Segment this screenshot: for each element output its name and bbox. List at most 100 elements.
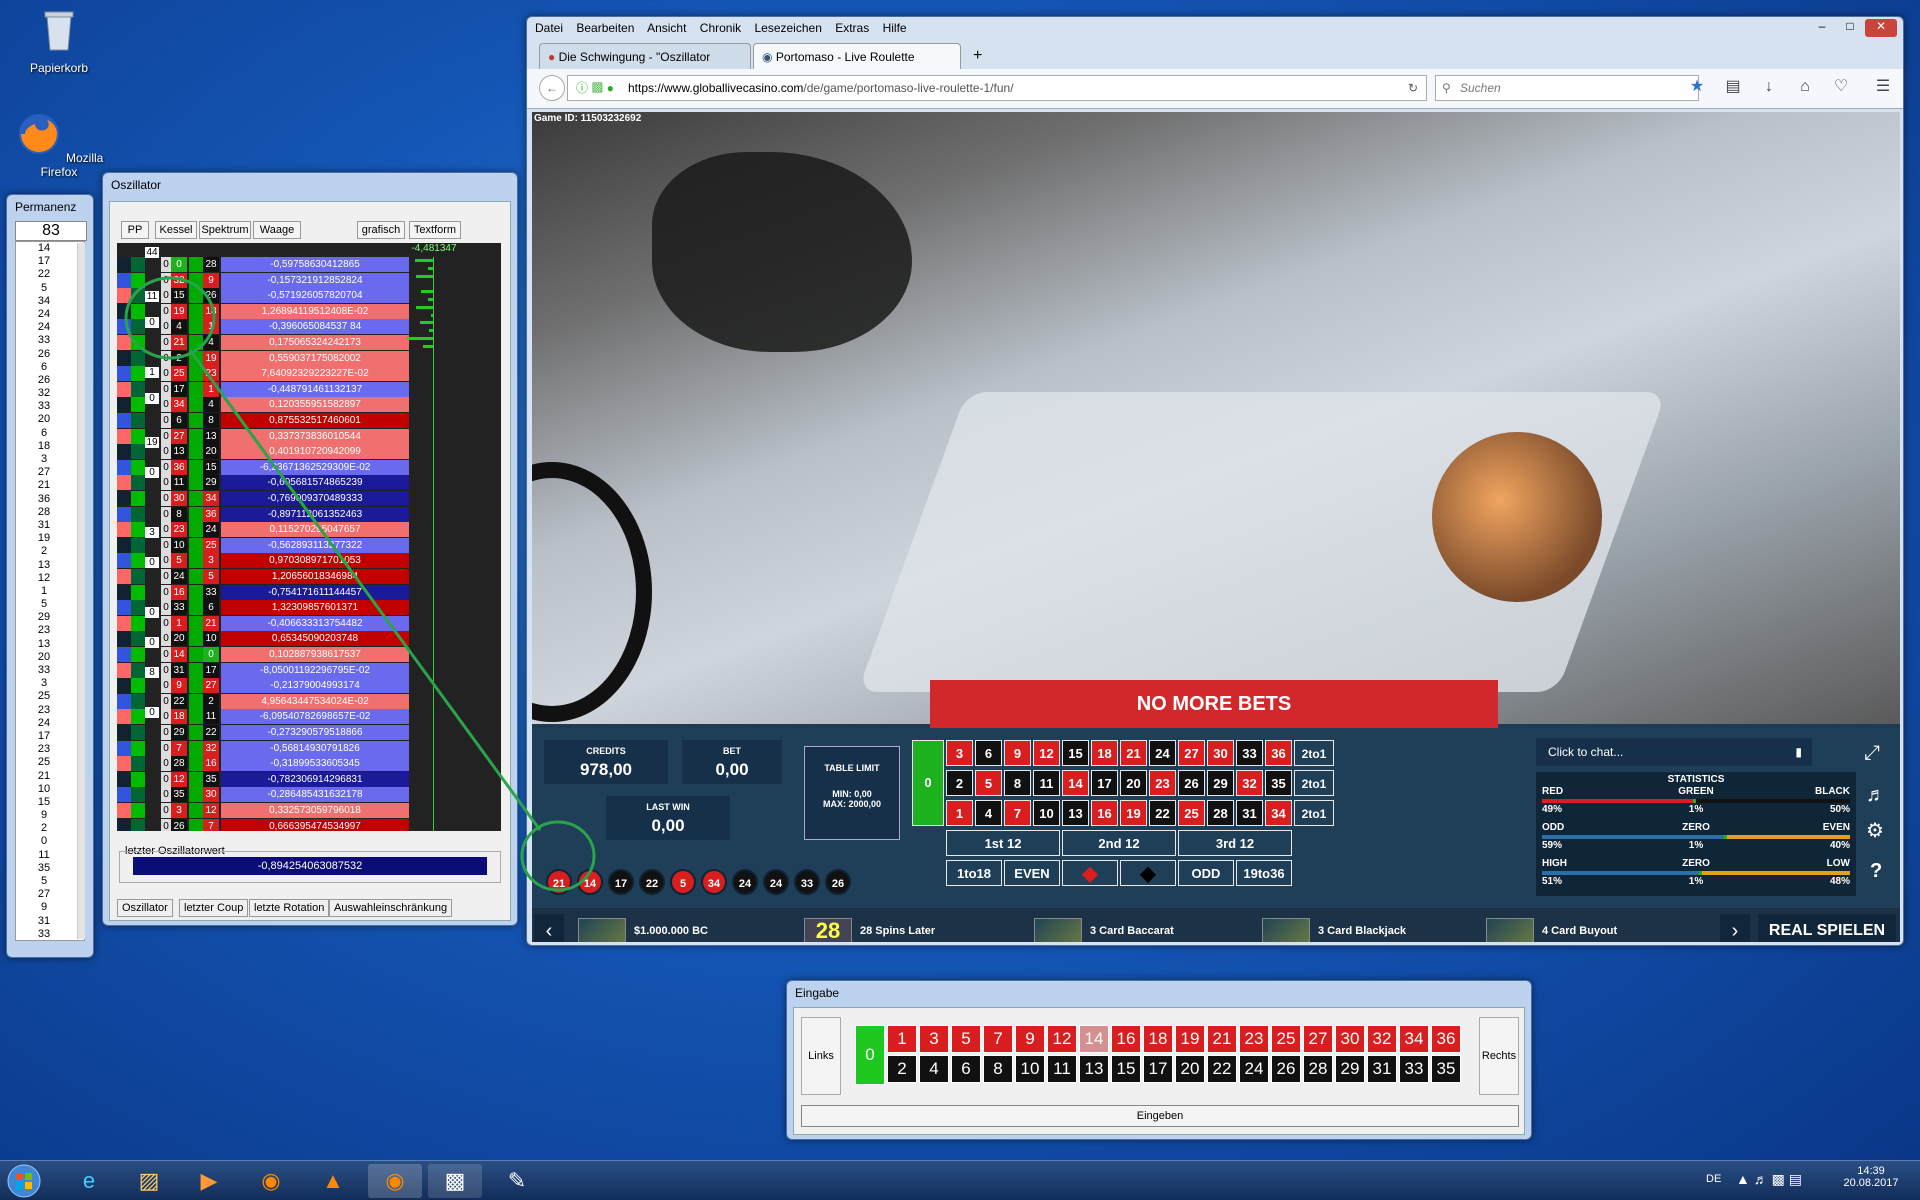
board-number[interactable]: 9 bbox=[1004, 740, 1031, 766]
board-number[interactable]: 2 bbox=[946, 770, 973, 796]
oszillator-row[interactable]: 0 19 18 1,26894119512408E-02 bbox=[117, 303, 501, 320]
eingabe-number-button[interactable]: 18 bbox=[1143, 1025, 1173, 1053]
oszillator-grid[interactable]: -4,481347 0 0 28 -0,59758630412865 0 32 9 -0,15… bbox=[117, 243, 501, 831]
game-item[interactable]: 3 Card Blackjack bbox=[1262, 918, 1406, 942]
board-outside-bet[interactable]: 19to36 bbox=[1236, 860, 1292, 886]
board-number[interactable]: 7 bbox=[1004, 800, 1031, 826]
permanence-list[interactable]: 14 17 22 5 34 24 24 33 26 6 26 32 33 20 6 18 3 27 21 36 28 31… bbox=[15, 241, 85, 941]
bookmark-star-icon[interactable]: ★ bbox=[1687, 77, 1707, 97]
lobby-prev-button[interactable]: ‹ bbox=[534, 914, 564, 942]
vlc-icon[interactable]: ▲ bbox=[306, 1164, 360, 1198]
scrollbar[interactable] bbox=[77, 243, 85, 939]
oszillator-row[interactable]: 0 3 12 0,332573059796018 bbox=[117, 803, 501, 819]
oszillator-row[interactable]: 0 35 30 -0,286485431632178 bbox=[117, 787, 501, 803]
oszillator-row[interactable]: 0 15 26 -0,571926057820704 bbox=[117, 288, 501, 304]
paint-icon[interactable]: ✎ bbox=[490, 1164, 544, 1198]
tab-schwingung[interactable]: ● Die Schwingung - "Oszillator bbox=[539, 43, 751, 71]
eingabe-number-button[interactable]: 2 bbox=[887, 1055, 917, 1083]
eingabe-number-button[interactable]: 28 bbox=[1303, 1055, 1333, 1083]
oszillator-row[interactable]: 0 0 28 -0,59758630412865 bbox=[117, 257, 501, 273]
board-number[interactable]: 17 bbox=[1091, 770, 1118, 796]
board-number[interactable]: 29 bbox=[1207, 770, 1234, 796]
eingabe-number-button[interactable]: 15 bbox=[1111, 1055, 1141, 1083]
board-two-to-one[interactable]: 2to1 bbox=[1294, 800, 1334, 826]
header-textform[interactable]: Textform bbox=[409, 221, 461, 239]
fullscreen-icon[interactable]: ⤢ bbox=[1864, 742, 1880, 765]
eingabe-number-button[interactable]: 8 bbox=[983, 1055, 1013, 1083]
oszillator-row[interactable]: 0 18 11 -6,09540782698657E-02 bbox=[117, 709, 501, 725]
menu-chronik[interactable]: Chronik bbox=[700, 21, 741, 35]
eingabe-number-button[interactable]: 24 bbox=[1239, 1055, 1269, 1083]
board-number[interactable]: 31 bbox=[1236, 800, 1263, 826]
back-button[interactable]: ← bbox=[539, 75, 565, 101]
board-outside-bet[interactable]: ODD bbox=[1178, 860, 1234, 886]
home-icon[interactable]: ⌂ bbox=[1795, 77, 1815, 97]
oszillator-row[interactable]: 0 17 1 -0,448791461132137 bbox=[117, 381, 501, 398]
oszillator-row[interactable]: 0 27 13 0,337373836010544 bbox=[117, 428, 501, 445]
header-kessel[interactable]: Kessel bbox=[155, 221, 197, 239]
eingabe-number-button[interactable]: 29 bbox=[1335, 1055, 1365, 1083]
oszillator-row[interactable]: 0 34 4 0,120355951582897 bbox=[117, 397, 501, 413]
board-number[interactable]: 21 bbox=[1120, 740, 1147, 766]
board-number[interactable]: 22 bbox=[1149, 800, 1176, 826]
board-number[interactable]: 24 bbox=[1149, 740, 1176, 766]
oszillator-row[interactable]: 0 5 3 0,970308971701053 bbox=[117, 553, 501, 569]
oszillator-row[interactable]: 0 9 27 -0,21379004993174 bbox=[117, 678, 501, 694]
oszillator-row[interactable]: 0 36 15 -6,23671362529309E-02 bbox=[117, 459, 501, 476]
eingabe-number-button[interactable]: 35 bbox=[1431, 1055, 1461, 1083]
board-number[interactable]: 5 bbox=[975, 770, 1002, 796]
board-number[interactable]: 3 bbox=[946, 740, 973, 766]
links-button[interactable]: Links bbox=[801, 1017, 841, 1095]
oszillator-row[interactable]: 0 13 20 0,401910720942099 bbox=[117, 444, 501, 460]
eingeben-button[interactable]: Eingeben bbox=[801, 1105, 1519, 1127]
header-spektrum[interactable]: Spektrum bbox=[199, 221, 251, 239]
tab-letzte-rotation[interactable]: letzte Rotation bbox=[249, 899, 330, 917]
chat-input[interactable]: Click to chat... ▮ bbox=[1536, 738, 1812, 766]
oszillator-row[interactable]: 0 25 23 7,64092329223227E-02 bbox=[117, 366, 501, 382]
board-number[interactable]: 16 bbox=[1091, 800, 1118, 826]
window-app-icon[interactable]: ▩ bbox=[428, 1164, 482, 1198]
eingabe-number-button[interactable]: 34 bbox=[1399, 1025, 1429, 1053]
oszillator-row[interactable]: 0 4 1 -0,396065084537 84 bbox=[117, 319, 501, 335]
board-two-to-one[interactable]: 2to1 bbox=[1294, 770, 1334, 796]
pocket-icon[interactable]: ♡ bbox=[1831, 77, 1851, 97]
board-number[interactable]: 11 bbox=[1033, 770, 1060, 796]
help-icon[interactable]: ? bbox=[1870, 860, 1882, 883]
board-number[interactable]: 35 bbox=[1265, 770, 1292, 796]
eingabe-number-button[interactable]: 19 bbox=[1175, 1025, 1205, 1053]
tab-auswahleinschraenkung[interactable]: Auswahleinschränkung bbox=[329, 899, 453, 917]
oszillator-row[interactable]: 0 29 22 -0,273290579518866 bbox=[117, 725, 501, 741]
menu-lesezeichen[interactable]: Lesezeichen bbox=[754, 21, 821, 35]
download-icon[interactable]: ↓ bbox=[1759, 77, 1779, 97]
eingabe-number-button[interactable]: 14 bbox=[1079, 1025, 1109, 1053]
game-item[interactable]: 28 28 Spins Later bbox=[804, 918, 935, 942]
eingabe-number-button[interactable]: 30 bbox=[1335, 1025, 1365, 1053]
oszillator-row[interactable]: 0 7 32 -0,56814930791826 bbox=[117, 740, 501, 757]
reload-icon[interactable]: ↻ bbox=[1408, 76, 1418, 100]
header-waage[interactable]: Waage bbox=[253, 221, 301, 239]
board-number[interactable]: 8 bbox=[1004, 770, 1031, 796]
rechts-button[interactable]: Rechts bbox=[1479, 1017, 1519, 1095]
oszillator-row[interactable]: 0 16 33 -0,754171611144457 bbox=[117, 584, 501, 601]
eingabe-number-button[interactable]: 20 bbox=[1175, 1055, 1205, 1083]
board-number[interactable]: 28 bbox=[1207, 800, 1234, 826]
eingabe-number-button[interactable]: 21 bbox=[1207, 1025, 1237, 1053]
oszillator-row[interactable]: 0 30 34 -0,769009370489333 bbox=[117, 491, 501, 507]
oszillator-row[interactable]: 0 12 35 -0,782306914296831 bbox=[117, 771, 501, 788]
board-number[interactable]: 14 bbox=[1062, 770, 1089, 796]
oszillator-row[interactable]: 0 22 2 4,95643447534024E-02 bbox=[117, 693, 501, 710]
oszillator-row[interactable]: 0 8 36 -0,897112061352463 bbox=[117, 506, 501, 523]
eingabe-number-button[interactable]: 23 bbox=[1239, 1025, 1269, 1053]
board-number[interactable]: 4 bbox=[975, 800, 1002, 826]
oszillator-row[interactable]: 0 2 19 0,559037175082002 bbox=[117, 350, 501, 367]
board-number[interactable]: 6 bbox=[975, 740, 1002, 766]
oszillator-row[interactable]: 0 23 24 0,115270295047657 bbox=[117, 522, 501, 538]
board-number[interactable]: 27 bbox=[1178, 740, 1205, 766]
minimize-button[interactable]: – bbox=[1809, 19, 1835, 37]
eingabe-number-button[interactable]: 36 bbox=[1431, 1025, 1461, 1053]
desktop-icon-recycle-bin[interactable]: Papierkorb bbox=[14, 6, 104, 75]
oszillator-row[interactable]: 0 14 0 0,102887938617537 bbox=[117, 647, 501, 663]
board-outside-bet[interactable]: EVEN bbox=[1004, 860, 1060, 886]
eingabe-number-button[interactable]: 3 bbox=[919, 1025, 949, 1053]
eingabe-number-button[interactable]: 4 bbox=[919, 1055, 949, 1083]
